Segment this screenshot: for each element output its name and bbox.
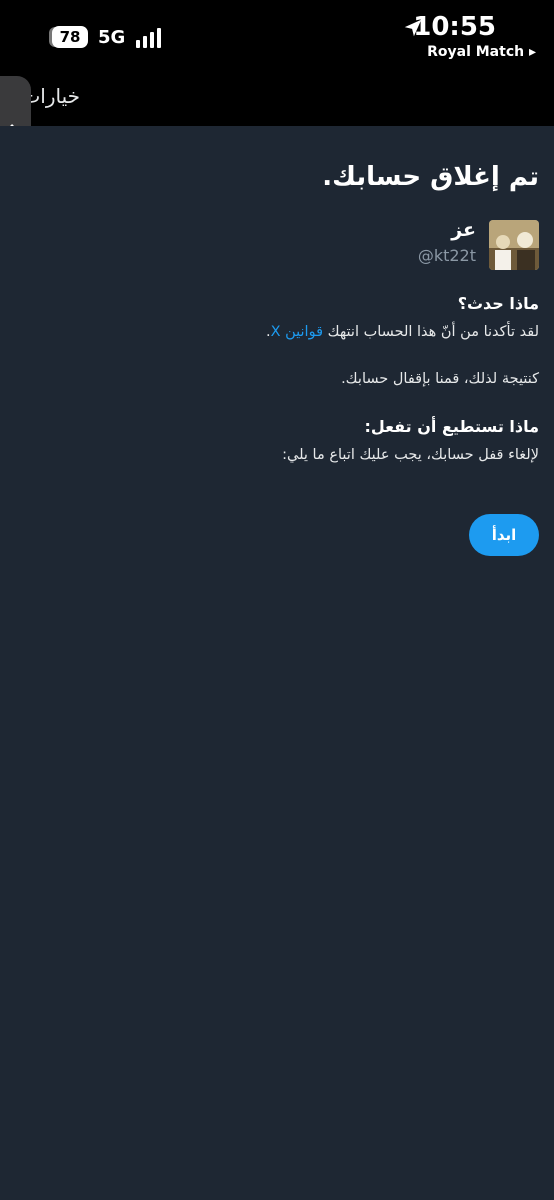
user-display-name: عز [451, 219, 476, 241]
rules-link[interactable]: قوانين X [271, 324, 323, 340]
section-heading-what-happened: ماذا حدث؟ [457, 294, 539, 313]
battery-indicator: 78 [52, 26, 88, 48]
back-to-app-link[interactable]: Royal Match ▸ [427, 44, 536, 60]
unlock-instructions-text: لإلغاء قفل حسابك، يجب عليك اتباع ما يلي: [282, 447, 539, 463]
status-bar: 78 5G 10:55 Royal Match ▸ [0, 0, 554, 76]
status-time: 10:55 [413, 12, 496, 42]
violation-text: لقد تأكدنا من أنّ هذا الحساب انتهك قواني… [266, 324, 539, 340]
top-bar: خيارات [0, 76, 554, 126]
network-label: 5G [98, 27, 126, 48]
avatar [489, 220, 539, 270]
violation-text-prefix: لقد تأكدنا من أنّ هذا الحساب انتهك [323, 324, 539, 340]
locked-result-text: كنتيجة لذلك، قمنا بإقفال حسابك. [341, 371, 539, 387]
main-content: تم إغلاق حسابك. عز @kt22t ماذا حدث؟ لقد … [0, 126, 554, 1200]
user-handle: @kt22t [417, 246, 476, 265]
start-button[interactable]: ابدأ [469, 514, 539, 556]
page-title: تم إغلاق حسابك. [322, 162, 539, 192]
signal-icon [136, 28, 162, 48]
section-heading-what-you-can-do: ماذا تستطيع أن تفعل: [364, 417, 539, 436]
